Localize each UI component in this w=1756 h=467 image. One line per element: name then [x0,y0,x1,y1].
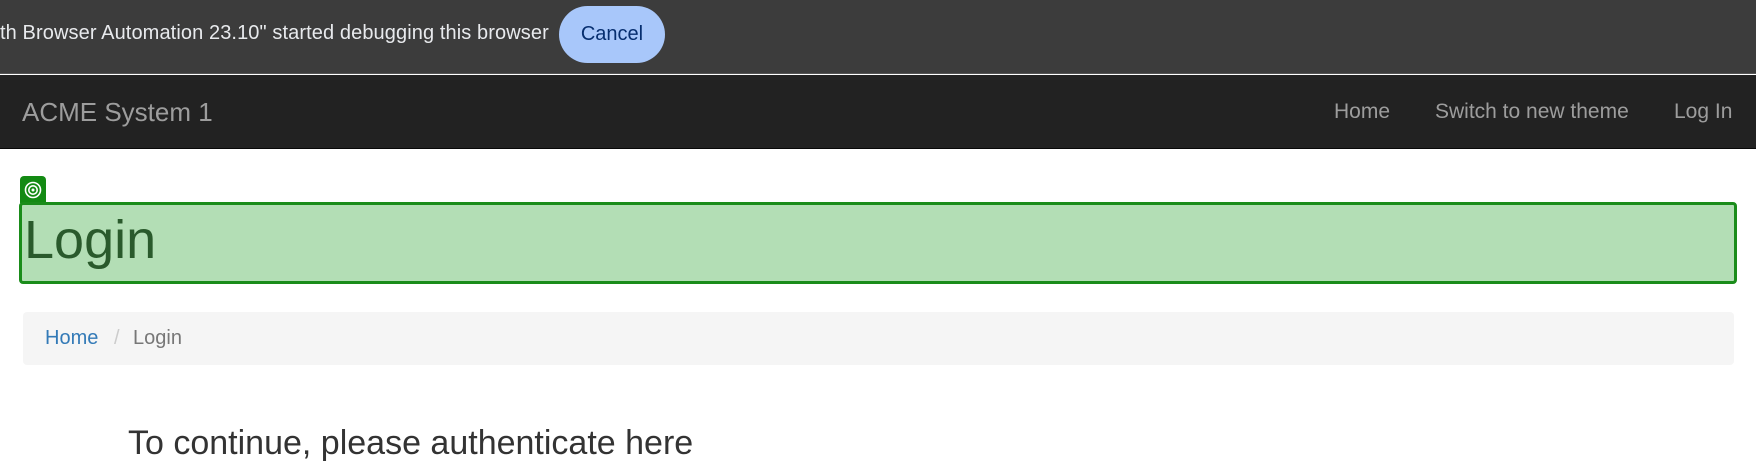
brand-link[interactable]: ACME System 1 [22,97,213,128]
nav-login-link[interactable]: Log In [1674,100,1732,124]
breadcrumb-home-link[interactable]: Home [45,327,98,350]
target-icon [20,176,46,203]
top-navbar: ACME System 1 Home Switch to new theme L… [0,75,1756,149]
nav-home-link[interactable]: Home [1334,100,1390,124]
infobar-message: th Browser Automation 23.10" started deb… [0,22,549,44]
breadcrumb: Home / Login [23,312,1734,365]
highlighted-element: Login [19,202,1737,284]
breadcrumb-current: Login [133,327,182,349]
auth-heading: To continue, please authenticate here [128,424,694,462]
debugging-infobar: th Browser Automation 23.10" started deb… [0,0,1756,74]
breadcrumb-separator: / [114,327,120,349]
cancel-button[interactable]: Cancel [559,6,665,63]
page-title: Login [24,210,157,270]
nav-switch-theme-link[interactable]: Switch to new theme [1435,100,1629,124]
